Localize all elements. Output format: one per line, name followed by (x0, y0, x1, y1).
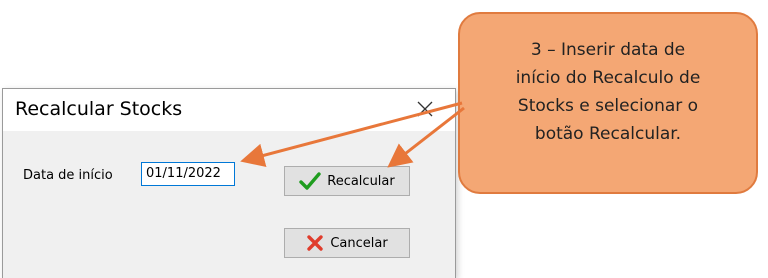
dialog-title: Recalcular Stocks (15, 98, 183, 120)
recalcular-button[interactable]: Recalcular (284, 166, 410, 196)
cancelar-button-label: Cancelar (330, 235, 388, 251)
start-date-input[interactable]: 01/11/2022 (141, 162, 235, 186)
checkmark-icon (299, 171, 321, 191)
close-icon[interactable] (413, 97, 437, 121)
recalcular-button-label: Recalcular (327, 173, 395, 189)
dialog-titlebar: Recalcular Stocks (3, 89, 455, 131)
callout-text: 3 – Inserir data de início do Recalculo … (515, 40, 701, 144)
x-icon (306, 234, 324, 252)
start-date-label: Data de início (23, 168, 113, 183)
cancelar-button[interactable]: Cancelar (284, 228, 410, 258)
instruction-callout: 3 – Inserir data de início do Recalculo … (458, 12, 758, 194)
